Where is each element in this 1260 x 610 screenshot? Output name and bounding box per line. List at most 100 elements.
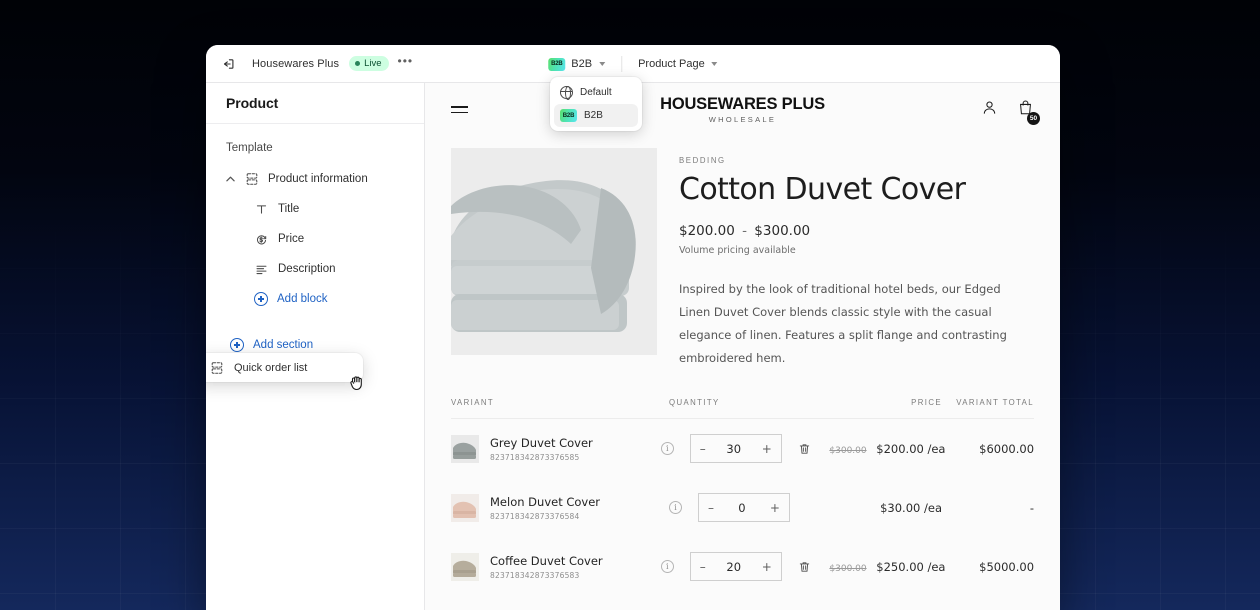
- price-cell: $300.00 $200.00 /ea: [811, 442, 946, 456]
- price-cell: $300.00 $250.00 /ea: [811, 560, 946, 574]
- context-option-default[interactable]: Default: [554, 81, 638, 104]
- sidebar-item-price[interactable]: Price: [206, 224, 424, 254]
- sidebar-item-label: Description: [278, 263, 336, 275]
- account-icon[interactable]: [981, 99, 998, 121]
- storefront-preview: HOUSEWARES PLUS WHOLESALE 50: [425, 83, 1060, 610]
- quantity-cell: i – 20 +: [661, 552, 811, 581]
- product-image: [451, 148, 657, 355]
- variant-info: Coffee Duvet Cover 823718342873376583: [490, 554, 603, 580]
- chevron-down-icon: [599, 62, 605, 66]
- sidebar-tree: Template Product information: [206, 124, 424, 360]
- info-icon[interactable]: i: [669, 501, 682, 514]
- editor-sidebar: Product Template Product information: [206, 83, 425, 610]
- variant-name: Coffee Duvet Cover: [490, 554, 603, 568]
- sidebar-item-description[interactable]: Description: [206, 254, 424, 284]
- sidebar-item-label: Title: [278, 203, 299, 215]
- add-block-button[interactable]: Add block: [206, 284, 424, 314]
- sidebar-item-product-information[interactable]: Product information: [206, 164, 424, 194]
- quantity-stepper[interactable]: – 20 +: [690, 552, 782, 581]
- add-block-label: Add block: [277, 293, 328, 305]
- dragged-block-label: Quick order list: [234, 362, 307, 374]
- chevron-up-icon[interactable]: [226, 176, 235, 182]
- page-title: Product: [226, 95, 278, 111]
- delete-icon[interactable]: [798, 442, 811, 456]
- info-icon[interactable]: i: [661, 442, 674, 455]
- quantity-value[interactable]: 0: [738, 501, 745, 515]
- increment-button[interactable]: +: [762, 443, 772, 455]
- store-logo-main: HOUSEWARES PLUS: [660, 95, 825, 114]
- page-selector[interactable]: Product Page: [630, 54, 726, 74]
- variant-sku: 823718342873376585: [490, 453, 593, 462]
- globe-icon: [560, 86, 573, 99]
- table-row: Grey Duvet Cover 823718342873376585 i – …: [451, 419, 1034, 478]
- store-logo: HOUSEWARES PLUS WHOLESALE: [660, 95, 825, 124]
- variant-name: Grey Duvet Cover: [490, 436, 593, 450]
- variant-total: $6000.00: [945, 442, 1034, 456]
- volume-pricing-note: Volume pricing available: [679, 245, 1034, 256]
- unit-price: $250.00 /ea: [876, 560, 945, 574]
- compare-at-price: $300.00: [829, 564, 866, 574]
- quantity-stepper[interactable]: – 30 +: [690, 434, 782, 463]
- decrement-button[interactable]: –: [700, 443, 706, 455]
- context-option-label: B2B: [584, 110, 603, 121]
- sidebar-item-title[interactable]: Title: [206, 194, 424, 224]
- delete-icon[interactable]: [798, 560, 811, 574]
- quantity-cell: i – 30 +: [661, 434, 811, 463]
- variant-name: Melon Duvet Cover: [490, 495, 600, 509]
- context-option-label: Default: [580, 87, 612, 98]
- variant-cell: Grey Duvet Cover 823718342873376585: [451, 435, 661, 463]
- decrement-button[interactable]: –: [708, 502, 714, 514]
- quantity-stepper[interactable]: – 0 +: [698, 493, 790, 522]
- increment-button[interactable]: +: [762, 561, 772, 573]
- variant-sku: 823718342873376584: [490, 512, 600, 521]
- increment-button[interactable]: +: [770, 502, 780, 514]
- exit-icon[interactable]: [218, 54, 238, 74]
- status-badge: Live: [349, 56, 388, 71]
- context-option-b2b[interactable]: B2B B2B: [554, 104, 638, 127]
- context-dropdown-menu[interactable]: Default B2B B2B: [550, 77, 642, 131]
- sidebar-section-label: Template: [206, 136, 424, 164]
- sidebar-header: Product: [206, 83, 424, 124]
- variant-cell: Melon Duvet Cover 823718342873376584: [451, 494, 669, 522]
- hamburger-icon[interactable]: [451, 106, 468, 113]
- variant-info: Grey Duvet Cover 823718342873376585: [490, 436, 593, 462]
- product-info: BEDDING Cotton Duvet Cover $200.00 - $30…: [679, 148, 1034, 370]
- product-title: Cotton Duvet Cover: [679, 172, 1034, 207]
- variant-info: Melon Duvet Cover 823718342873376584: [490, 495, 600, 521]
- column-header-quantity: QUANTITY: [669, 398, 802, 407]
- price-cell: $30.00 /ea: [802, 501, 942, 515]
- cart-icon[interactable]: 50: [1017, 99, 1034, 121]
- variant-cell: Coffee Duvet Cover 823718342873376583: [451, 553, 661, 581]
- product-section: BEDDING Cotton Duvet Cover $200.00 - $30…: [425, 136, 1060, 370]
- dragged-block-chip[interactable]: Quick order list: [206, 353, 363, 382]
- unit-price: $200.00 /ea: [876, 442, 945, 456]
- quantity-cell: i – 0 +: [669, 493, 802, 522]
- price-range-dash: -: [739, 223, 750, 239]
- table-header-row: VARIANT QUANTITY PRICE VARIANT TOTAL: [451, 398, 1034, 419]
- quantity-value[interactable]: 30: [726, 442, 741, 456]
- more-options-button[interactable]: •••: [398, 55, 414, 72]
- variant-sku: 823718342873376583: [490, 571, 603, 580]
- cart-count-badge: 50: [1027, 112, 1040, 125]
- variant-thumbnail: [451, 494, 479, 522]
- product-price-max: $300.00: [754, 223, 810, 239]
- unit-price: $30.00 /ea: [880, 501, 942, 515]
- info-icon[interactable]: i: [661, 560, 674, 573]
- column-header-variant: VARIANT: [451, 398, 669, 407]
- table-row: Melon Duvet Cover 823718342873376584 i –…: [451, 478, 1034, 537]
- context-selector[interactable]: B2B B2B: [540, 54, 613, 75]
- shop-name: Housewares Plus: [252, 58, 339, 70]
- store-logo-sub: WHOLESALE: [660, 115, 825, 124]
- quantity-value[interactable]: 20: [726, 560, 741, 574]
- plus-circle-icon: [254, 292, 268, 306]
- live-dot-icon: [355, 61, 360, 66]
- b2b-badge-icon: B2B: [560, 109, 577, 122]
- sidebar-item-label: Product information: [268, 173, 368, 185]
- editor-body: Product Template Product information: [206, 83, 1060, 610]
- context-selector-label: B2B: [571, 58, 592, 70]
- decrement-button[interactable]: –: [700, 561, 706, 573]
- compare-at-price: $300.00: [829, 446, 866, 456]
- sidebar-item-label: Price: [278, 233, 304, 245]
- quick-order-list: VARIANT QUANTITY PRICE VARIANT TOTAL: [425, 398, 1060, 596]
- section-icon: [209, 360, 224, 375]
